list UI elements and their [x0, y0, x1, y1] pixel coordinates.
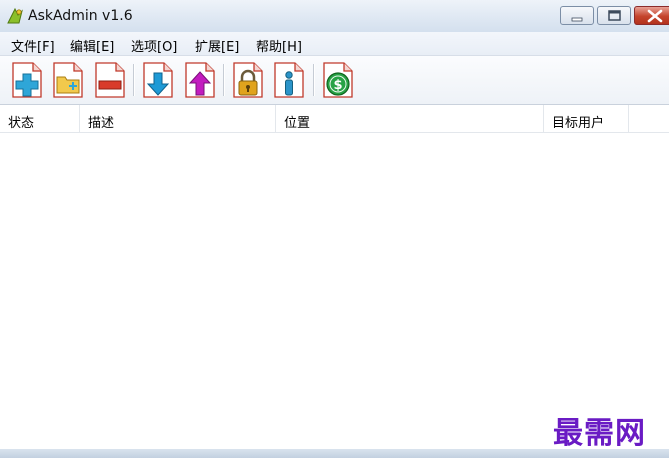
menu-help[interactable]: 帮助[H] [256, 36, 302, 55]
maximize-icon [608, 10, 621, 21]
remove-icon [95, 62, 125, 98]
move-up-button[interactable] [183, 61, 217, 99]
minimize-icon [571, 17, 583, 22]
maximize-button[interactable] [597, 6, 631, 25]
lock-button[interactable] [231, 61, 265, 99]
toolbar-separator [223, 64, 224, 96]
remove-button[interactable] [93, 61, 127, 99]
lock-icon [233, 62, 263, 98]
menu-bar: 文件[F] 编辑[E] 选项[O] 扩展[E] 帮助[H] [0, 32, 669, 56]
column-header-description[interactable]: 描述 [80, 105, 276, 132]
list-view[interactable] [0, 133, 669, 449]
menu-extensions[interactable]: 扩展[E] [195, 36, 239, 55]
toolbar-separator [133, 64, 134, 96]
minimize-button[interactable] [560, 6, 594, 25]
menu-edit[interactable]: 编辑[E] [70, 36, 114, 55]
column-header-target-user[interactable]: 目标用户 [544, 105, 629, 132]
window-bottom-border [0, 449, 669, 458]
close-icon [647, 9, 663, 23]
move-up-icon [185, 62, 215, 98]
title-bar: AskAdmin v1.6 [0, 0, 669, 32]
toolbar: $ [0, 56, 669, 105]
column-header-status[interactable]: 状态 [0, 105, 80, 132]
donate-button[interactable]: $ [321, 61, 355, 99]
column-label: 状态 [8, 116, 35, 131]
move-down-button[interactable] [141, 61, 175, 99]
menu-options[interactable]: 选项[O] [131, 36, 177, 55]
list-header: 状态 描述 位置 目标用户 [0, 105, 669, 133]
donate-icon: $ [323, 62, 353, 98]
menu-file[interactable]: 文件[F] [11, 36, 55, 55]
column-label: 目标用户 [552, 116, 605, 131]
add-icon [12, 62, 42, 98]
app-icon [7, 7, 23, 24]
column-label: 描述 [88, 116, 115, 131]
close-button[interactable] [634, 6, 669, 25]
move-down-icon [143, 62, 173, 98]
add-folder-icon [53, 62, 83, 98]
window-title: AskAdmin v1.6 [28, 8, 133, 24]
add-button[interactable] [10, 61, 44, 99]
svg-text:$: $ [333, 78, 342, 93]
info-icon [274, 62, 304, 98]
watermark: 最需网 [553, 416, 646, 451]
column-label: 位置 [284, 116, 311, 131]
info-button[interactable] [272, 61, 306, 99]
add-folder-button[interactable] [51, 61, 85, 99]
toolbar-separator [313, 64, 314, 96]
column-header-location[interactable]: 位置 [276, 105, 544, 132]
